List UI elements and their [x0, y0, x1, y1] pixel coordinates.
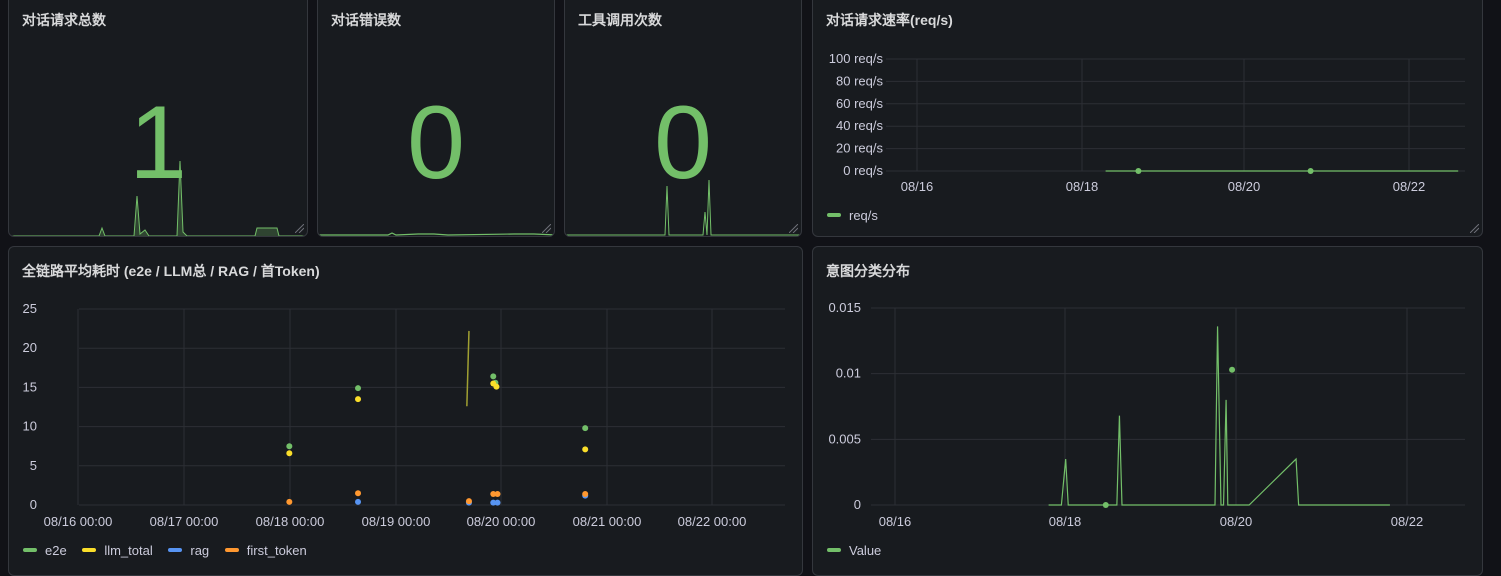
series-value-line: [1048, 326, 1390, 506]
x-tick-label: 08/18 00:00: [256, 514, 325, 529]
series-llm-total-point: [493, 383, 500, 390]
x-tick-label: 08/18: [1049, 514, 1082, 529]
series-spike: [466, 330, 470, 407]
legend-item-first-token[interactable]: first_token: [224, 542, 307, 558]
x-tick-label: 08/22: [1391, 514, 1424, 529]
y-tick-label: 15: [23, 379, 37, 394]
legend-item-llm-total[interactable]: llm_total: [82, 542, 153, 558]
series-first-token-point: [582, 491, 589, 498]
sparkline: [565, 179, 801, 236]
chart-latency[interactable]: 25 20 15 10 5 0 08/16 00:00 08/17 00:00 08/18 00…: [9, 247, 803, 576]
x-tick-label: 08/16 00:00: [44, 514, 113, 529]
legend-label: Value: [849, 542, 882, 558]
y-tick-label: 0.015: [828, 300, 861, 315]
series-llm-total-point: [582, 446, 589, 453]
panel-intent-distribution: 意图分类分布 0.015 0.01 0.005 0 08/16 08/18 08/20 08/…: [812, 246, 1483, 576]
legend-item-rag[interactable]: rag: [168, 543, 209, 558]
resize-handle-icon[interactable]: [542, 224, 551, 233]
legend-swatch: [827, 548, 841, 552]
panel-title[interactable]: 工具调用次数: [578, 10, 662, 30]
panel-total-requests: 对话请求总数 1: [8, 0, 308, 237]
legend-label: first_token: [246, 542, 307, 558]
stat-value: 0: [407, 85, 465, 201]
panel-tool-calls: 工具调用次数 0: [564, 0, 802, 237]
series-req-s-point: [1307, 168, 1314, 174]
chart-request-rate[interactable]: 100 req/s 80 req/s 60 req/s 40 req/s 20 req/…: [813, 0, 1483, 237]
legend-swatch: [827, 213, 841, 217]
y-tick-label: 100 req/s: [829, 51, 884, 66]
legend-item-e2e[interactable]: e2e: [23, 543, 67, 558]
y-tick-label: 0: [854, 497, 861, 512]
legend-label: rag: [190, 542, 210, 558]
sparkline: [318, 232, 554, 236]
series-value-point: [1102, 502, 1109, 508]
x-tick-label: 08/21 00:00: [573, 514, 642, 529]
series-llm-total-point: [286, 450, 293, 457]
legend: req/s: [827, 205, 890, 223]
y-tick-label: 0: [30, 497, 37, 512]
x-tick-label: 08/22 00:00: [678, 514, 747, 529]
x-tick-label: 08/19 00:00: [362, 514, 431, 529]
resize-handle-icon[interactable]: [789, 224, 798, 233]
legend: Value: [827, 540, 893, 558]
resize-handle-icon[interactable]: [295, 224, 304, 233]
y-tick-label: 40 req/s: [836, 118, 883, 133]
x-tick-label: 08/17 00:00: [150, 514, 219, 529]
legend-item[interactable]: req/s: [827, 208, 878, 223]
panel-error-count: 对话错误数 0: [317, 0, 555, 237]
y-tick-label: 20 req/s: [836, 141, 883, 156]
panel-latency: 全链路平均耗时 (e2e / LLM总 / RAG / 首Token) 25 20…: [8, 246, 803, 576]
legend-swatch: [224, 548, 239, 552]
legend-label: llm_total: [104, 542, 153, 558]
y-tick-label: 0.005: [828, 431, 861, 446]
y-tick-label: 0 req/s: [843, 163, 883, 178]
x-tick-label: 08/20: [1220, 514, 1253, 529]
series-e2e-point: [286, 443, 293, 450]
panel-title[interactable]: 对话请求总数: [22, 10, 106, 30]
y-tick-label: 80 req/s: [836, 73, 883, 88]
series-llm-total-point: [355, 396, 362, 403]
x-tick-label: 08/20: [1228, 179, 1261, 194]
legend-label: req/s: [849, 207, 878, 223]
series-e2e-point: [490, 373, 497, 380]
legend-swatch: [82, 548, 97, 552]
resize-handle-icon[interactable]: [1470, 224, 1479, 233]
sparkline: [9, 160, 307, 236]
y-tick-label: 5: [30, 458, 37, 473]
series-first-token-point: [494, 491, 501, 498]
y-tick-label: 10: [23, 419, 37, 434]
x-tick-label: 08/18: [1066, 179, 1099, 194]
series-e2e-point: [355, 385, 362, 392]
y-tick-label: 60 req/s: [836, 96, 883, 111]
series-first-token-point: [286, 498, 293, 505]
panel-request-rate: 对话请求速率(req/s) 100 req/s 80 req/s 60 req/s 4…: [812, 0, 1483, 237]
x-tick-label: 08/20 00:00: [467, 514, 536, 529]
series-first-token-point: [355, 490, 362, 497]
legend-item[interactable]: Value: [827, 543, 881, 558]
y-tick-label: 0.01: [836, 366, 861, 381]
legend-label: e2e: [45, 542, 67, 558]
series-e2e-point: [582, 425, 589, 432]
legend-swatch: [23, 548, 37, 552]
y-tick-label: 25: [23, 301, 37, 316]
series-rag-point: [355, 498, 362, 505]
series-rag-point: [494, 499, 501, 506]
series-req-s-point: [1135, 168, 1142, 174]
x-tick-label: 08/16: [879, 514, 912, 529]
legend: e2e llm_total rag first_token: [23, 540, 319, 558]
series-value-point: [1229, 366, 1236, 373]
x-tick-label: 08/16: [901, 179, 934, 194]
legend-swatch: [168, 548, 183, 552]
chart-intent[interactable]: 0.015 0.01 0.005 0 08/16 08/18 08/20 08/22: [813, 247, 1483, 576]
panel-title[interactable]: 对话错误数: [331, 10, 401, 30]
series-first-token-point: [465, 498, 472, 505]
y-tick-label: 20: [23, 340, 37, 355]
x-tick-label: 08/22: [1393, 179, 1426, 194]
